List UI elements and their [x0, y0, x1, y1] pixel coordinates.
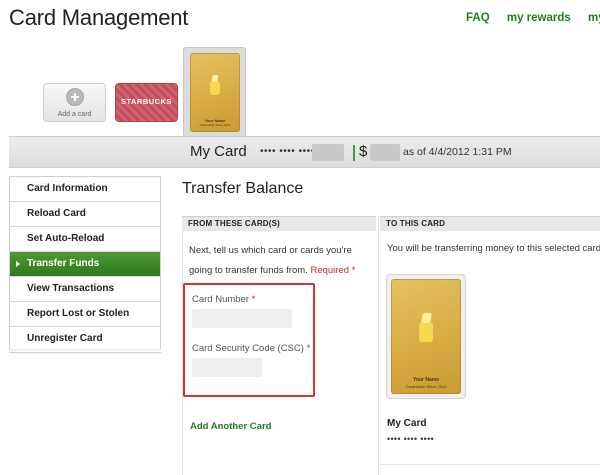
sidebar-nav: Card Information Reload Card Set Auto-Re…	[9, 176, 161, 353]
csc-label: Card Security Code (CSC) *	[192, 343, 311, 354]
selected-card-thumbnail[interactable]: Your Name Cardholder Since 2012	[183, 47, 246, 137]
balance-dollar-sign: $	[359, 143, 368, 160]
masked-balance-amount	[370, 144, 400, 161]
nav-my-rewards-link[interactable]: my rewards	[507, 12, 571, 24]
balance-as-of: as of 4/4/2012 1:31 PM	[403, 146, 512, 158]
sidebar-item-set-auto-reload[interactable]: Set Auto-Reload	[10, 227, 160, 252]
from-cards-header: FROM THESE CARD(S)	[182, 216, 376, 231]
right-panel-separator	[380, 464, 600, 465]
sidebar-item-card-information[interactable]: Card Information	[10, 177, 160, 202]
required-label: Required *	[310, 265, 356, 276]
card-holder-since: Cardholder Since 2012	[199, 123, 231, 127]
destination-cup-icon-top	[421, 313, 432, 323]
sidebar-shadow	[9, 349, 161, 352]
add-another-card-link[interactable]: Add Another Card	[190, 421, 271, 432]
card-number-label: Card Number *	[192, 294, 256, 305]
destination-card-title: My Card	[387, 418, 427, 429]
starbucks-card-thumbnail[interactable]: STARBUCKS	[115, 83, 178, 122]
balance-card-number-dots: •••• •••• ••••	[260, 146, 315, 157]
cup-icon-top	[211, 75, 219, 82]
balance-card-title: My Card	[190, 143, 247, 160]
top-nav: FAQ my rewards my pro	[466, 12, 600, 24]
masked-card-digits	[312, 144, 344, 161]
sidebar-item-report-lost-or-stolen[interactable]: Report Lost or Stolen	[10, 302, 160, 327]
page-title: Card Management	[9, 5, 189, 30]
transfer-instructions: Next, tell us which card or cards you're…	[189, 241, 372, 281]
plus-icon	[66, 88, 84, 106]
destination-card-image: Your Name Cardholder Since 2012	[391, 279, 461, 394]
balance-divider	[353, 145, 355, 161]
card-entry-box: Card Number * Card Security Code (CSC) *	[183, 283, 315, 397]
sidebar-item-view-transactions[interactable]: View Transactions	[10, 277, 160, 302]
to-card-description: You will be transferring money to this s…	[387, 243, 600, 254]
card-number-input[interactable]	[192, 309, 292, 328]
destination-card-holder-name: Your Name	[412, 377, 440, 383]
sidebar-item-transfer-funds[interactable]: Transfer Funds	[10, 252, 160, 277]
column-divider-middle	[378, 216, 379, 475]
gold-card-image: Your Name Cardholder Since 2012	[190, 53, 240, 132]
balance-bar: My Card •••• •••• •••• $ as of 4/4/2012 …	[9, 136, 600, 168]
destination-card-number: •••• •••• ••••	[387, 434, 435, 444]
csc-input[interactable]	[192, 358, 262, 377]
to-card-header: TO THIS CARD	[380, 216, 600, 231]
nav-my-profile-link[interactable]: my pro	[588, 12, 600, 24]
add-card-button[interactable]: Add a card	[43, 83, 106, 122]
destination-card-holder-since: Cardholder Since 2012	[405, 384, 447, 389]
starbucks-logo: STARBUCKS	[120, 97, 173, 106]
destination-cup-icon	[419, 323, 433, 342]
destination-card-frame: Your Name Cardholder Since 2012	[386, 274, 466, 399]
cup-icon	[210, 82, 220, 95]
nav-faq-link[interactable]: FAQ	[466, 12, 490, 24]
add-card-label: Add a card	[57, 111, 92, 118]
sidebar-item-reload-card[interactable]: Reload Card	[10, 202, 160, 227]
section-title: Transfer Balance	[182, 180, 304, 197]
